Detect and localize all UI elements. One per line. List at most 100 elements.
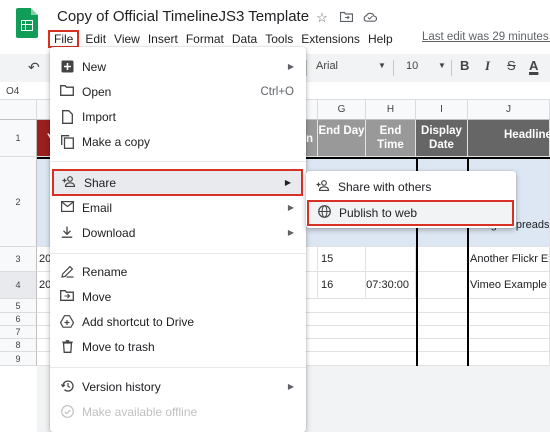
menu-item-share[interactable]: Share ▶ — [52, 169, 303, 196]
submenu-arrow-icon: ▶ — [287, 62, 294, 71]
menu-insert[interactable]: Insert — [144, 30, 182, 48]
column-header-j[interactable]: J — [468, 100, 550, 120]
toolbar-divider — [393, 60, 394, 76]
share-submenu: Share with others Publish to web — [306, 171, 516, 228]
menu-divider — [50, 161, 306, 162]
menu-data[interactable]: Data — [228, 30, 261, 48]
cell-row3-end-time[interactable] — [366, 247, 416, 272]
chevron-down-icon: ▼ — [438, 61, 446, 70]
row-header-5[interactable]: 5 — [0, 299, 37, 313]
cell-row4-end-time[interactable]: 07:30:00 — [366, 272, 416, 299]
menu-item-share-with-others[interactable]: Share with others — [306, 174, 516, 199]
text-color-button[interactable]: A — [529, 58, 538, 73]
star-icon[interactable]: ☆ — [314, 10, 330, 26]
cell-row4-headline[interactable]: Vimeo Example — [468, 272, 550, 299]
undo-icon[interactable]: ↶ — [28, 59, 40, 76]
menu-item-label: Publish to web — [339, 206, 418, 220]
menu-bar: File Edit View Insert Format Data Tools … — [48, 30, 397, 48]
cell-row4-end-day[interactable]: 16 — [318, 272, 366, 299]
menu-item-label: Version history — [82, 379, 161, 394]
menu-extensions[interactable]: Extensions — [297, 30, 364, 48]
strikethrough-button[interactable]: S — [507, 58, 516, 73]
row-header-7[interactable]: 7 — [0, 326, 37, 339]
menu-item-label: Share — [84, 175, 117, 190]
menu-item-label: Add shortcut to Drive — [82, 314, 195, 329]
file-icon — [60, 109, 74, 124]
bold-button[interactable]: B — [460, 58, 469, 73]
column-header-h[interactable]: H — [366, 100, 416, 120]
menu-item-download[interactable]: Download ▶ — [50, 220, 306, 245]
column-header-g[interactable]: G — [318, 100, 366, 120]
menu-item-label: Email — [82, 200, 113, 215]
menu-edit[interactable]: Edit — [81, 30, 110, 48]
menu-item-label: Move to trash — [82, 339, 155, 354]
menu-item-move-trash[interactable]: Move to trash — [50, 334, 306, 359]
italic-button[interactable]: I — [485, 58, 490, 74]
person-add-icon — [316, 179, 330, 194]
menu-item-import[interactable]: Import — [50, 104, 306, 129]
row-header-8[interactable]: 8 — [0, 339, 37, 352]
row-header-6[interactable]: 6 — [0, 313, 37, 326]
row-header-9[interactable]: 9 — [0, 352, 37, 366]
menu-tools[interactable]: Tools — [261, 30, 297, 48]
menu-item-label: Share with others — [338, 179, 432, 194]
menu-item-move[interactable]: Move — [50, 284, 306, 309]
menu-item-label: Open — [82, 84, 112, 99]
toolbar-divider — [306, 60, 307, 76]
cell-header-end-time[interactable]: End Time — [366, 120, 416, 157]
menu-item-label: Make available offline — [82, 404, 198, 419]
grid-corner[interactable] — [0, 100, 37, 120]
menu-item-publish-to-web[interactable]: Publish to web — [307, 200, 514, 226]
menu-file[interactable]: File — [48, 30, 80, 48]
menu-help[interactable]: Help — [364, 30, 397, 48]
menu-divider — [50, 367, 306, 368]
cell-row3-display-date[interactable] — [416, 247, 468, 272]
row-header-1[interactable]: 1 — [0, 120, 37, 157]
mail-icon — [60, 200, 74, 215]
menu-format[interactable]: Format — [182, 30, 228, 48]
font-family-select[interactable]: Arial — [316, 60, 338, 72]
drive-shortcut-icon — [59, 314, 75, 329]
globe-icon — [317, 205, 331, 221]
menu-item-new[interactable]: New ▶ — [50, 54, 306, 79]
column-header-i[interactable]: I — [416, 100, 468, 120]
menu-item-make-offline[interactable]: Make available offline — [50, 399, 306, 424]
menu-item-label: Download — [82, 225, 136, 240]
row-header-2[interactable]: 2 — [0, 157, 37, 247]
document-title[interactable]: Copy of Official TimelineJS3 Template — [57, 8, 309, 25]
menu-item-rename[interactable]: Rename — [50, 259, 306, 284]
font-size-select[interactable]: 10 — [406, 60, 418, 72]
menu-item-email[interactable]: Email ▶ — [50, 195, 306, 220]
menu-item-version-history[interactable]: Version history ▶ — [50, 374, 306, 399]
copy-icon — [60, 134, 74, 149]
submenu-arrow-icon: ▶ — [287, 228, 294, 237]
cloud-status-icon[interactable] — [362, 10, 378, 26]
folder-icon — [60, 84, 74, 99]
last-edit-link[interactable]: Last edit was 29 minutes ago — [422, 31, 550, 43]
cell-header-end-day[interactable]: End Day — [318, 120, 366, 157]
submenu-arrow-icon: ▶ — [287, 382, 294, 391]
menu-item-add-shortcut[interactable]: Add shortcut to Drive — [50, 309, 306, 334]
move-folder-icon[interactable] — [338, 10, 354, 26]
cell-header-display-date[interactable]: Display Date — [416, 120, 468, 157]
menu-item-label: Make a copy — [82, 134, 151, 149]
cell-header-headline[interactable]: Headline — [468, 120, 550, 157]
menu-item-make-copy[interactable]: Make a copy — [50, 129, 306, 154]
menu-item-label: Move — [82, 289, 112, 304]
sheets-logo-icon[interactable] — [16, 8, 38, 38]
submenu-arrow-icon: ▶ — [284, 178, 291, 187]
cell-row4-display-date[interactable] — [416, 272, 468, 299]
move-folder-icon — [60, 289, 74, 304]
download-icon — [60, 226, 74, 240]
menu-item-label: New — [82, 59, 107, 74]
row-header-4[interactable]: 4 — [0, 272, 37, 299]
name-box[interactable]: O4 — [6, 86, 19, 97]
menu-item-open[interactable]: Open Ctrl+O — [50, 79, 306, 104]
pencil-icon — [60, 265, 74, 279]
cell-row3-end-day[interactable]: 15 — [318, 247, 366, 272]
file-menu: New ▶ Open Ctrl+O Import Make a copy Sha… — [50, 47, 306, 432]
menu-view[interactable]: View — [110, 30, 144, 48]
menu-item-label: Import — [82, 109, 117, 124]
row-header-3[interactable]: 3 — [0, 247, 37, 272]
cell-row3-headline[interactable]: Another Flickr Ex — [468, 247, 550, 272]
